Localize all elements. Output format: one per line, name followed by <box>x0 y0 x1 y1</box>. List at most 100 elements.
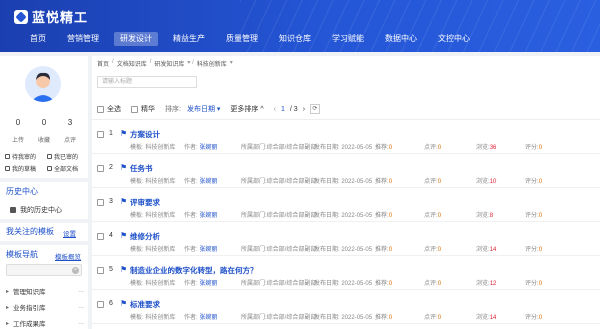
row-reviews: 点评:0 <box>424 247 442 253</box>
row-index: 1 <box>109 130 113 137</box>
main-nav: 首页 营销管理 研发设计 精益生产 质量管理 知识仓库 学习赋能 数据中心 文控… <box>24 32 485 46</box>
row-rating: 评分:0 <box>525 179 543 185</box>
refresh-icon[interactable]: ⟳ <box>310 104 321 114</box>
row-publish-date: 发布日期: 2022-05-05 <box>314 213 373 219</box>
row-publish-date: 发布日期: 2022-05-05 <box>314 281 373 287</box>
nav-item-knowledge[interactable]: 知识仓库 <box>273 32 317 46</box>
featured-checkbox[interactable]: 精华 <box>131 104 155 114</box>
row-author: 作者: 张婉丽 <box>184 315 218 321</box>
nav-item-rnd[interactable]: 研发设计 <box>114 32 158 46</box>
flag-icon: ⚑ <box>120 197 128 206</box>
list-item[interactable]: 4 ⚑ 维修分析 模板: 科技创新库 作者: 张婉丽 所属部门:综合部/综合部副部 发布日期… <box>92 222 600 256</box>
row-rating: 评分:0 <box>525 315 543 321</box>
current-page[interactable]: 1 <box>281 106 285 113</box>
flag-icon: ⚑ <box>120 231 128 240</box>
tree-item-management[interactable]: ▸ 管理知识库 … <box>6 286 84 296</box>
nav-item-lean[interactable]: 精益生产 <box>167 32 211 46</box>
row-checkbox[interactable] <box>97 131 104 138</box>
caret-right-icon: ▸ <box>6 304 10 311</box>
document-title-link[interactable]: 方案设计 <box>130 129 160 140</box>
row-checkbox[interactable] <box>97 233 104 240</box>
chevron-up-icon: ^ <box>260 106 264 113</box>
clipboard-check-icon <box>47 154 52 159</box>
caret-right-icon: ▸ <box>6 320 10 327</box>
row-index: 5 <box>109 266 113 273</box>
nav-item-learning[interactable]: 学习赋能 <box>326 32 370 46</box>
row-recommend: 推荐:0 <box>375 213 393 219</box>
row-reviews: 点评:0 <box>424 145 442 151</box>
row-template: 模板: 科技创新库 <box>130 213 176 219</box>
list-item[interactable]: 3 ⚑ 评审要求 模板: 科技创新库 作者: 张婉丽 所属部门:综合部/综合部副部 发布日期… <box>92 188 600 222</box>
next-page-icon[interactable]: › <box>303 106 305 113</box>
row-recommend: 推荐:0 <box>375 179 393 185</box>
breadcrumb-doc-library[interactable]: 文档知识库 <box>117 59 147 68</box>
row-index: 4 <box>109 232 113 239</box>
row-checkbox[interactable] <box>97 267 104 274</box>
breadcrumb-current[interactable]: 科技创新库 <box>197 59 227 68</box>
stat-favorite[interactable]: 0 收藏 <box>32 118 56 144</box>
clear-icon[interactable]: × <box>72 267 79 274</box>
row-reviews: 点评:0 <box>424 315 442 321</box>
row-author: 作者: 张婉丽 <box>184 213 218 219</box>
document-title-link[interactable]: 制造业企业的数字化转型，路在何方？ <box>130 265 258 276</box>
prev-page-icon[interactable]: ‹ <box>274 106 276 113</box>
row-views: 浏览:12 <box>476 281 497 287</box>
template-overview-link[interactable]: 模板概览 <box>55 251 81 261</box>
document-title-link[interactable]: 维修分析 <box>130 231 160 242</box>
row-index: 2 <box>109 164 113 171</box>
nav-item-home[interactable]: 首页 <box>24 32 52 46</box>
breadcrumb: 首页 / 文档知识库 / 研发知识库 ▾ / 科技创新库 ▾ <box>97 59 233 68</box>
quick-link-reviewed[interactable]: 我已审的 <box>47 152 87 161</box>
row-views: 浏览:14 <box>476 247 497 253</box>
document-title-link[interactable]: 标准要求 <box>130 299 160 310</box>
document-title-link[interactable]: 评审要求 <box>130 197 160 208</box>
title-search-input[interactable]: 请输入标题 <box>97 76 197 88</box>
row-author: 作者: 张婉丽 <box>184 281 218 287</box>
breadcrumb-rnd-library[interactable]: 研发知识库 <box>154 59 184 68</box>
quick-link-drafts[interactable]: 我的草稿 <box>5 164 47 173</box>
more-sort-dropdown[interactable]: 更多排序 ^ <box>230 104 263 114</box>
breadcrumb-home[interactable]: 首页 <box>97 59 109 68</box>
total-pages: / 3 <box>289 105 298 113</box>
sort-by-date[interactable]: 发布日期 ▾ <box>187 104 220 114</box>
followed-settings-link[interactable]: 设置 <box>63 228 76 238</box>
sidebar-divider <box>0 241 88 245</box>
document-title-link[interactable]: 任务书 <box>130 163 153 174</box>
tree-item-business[interactable]: ▸ 业务指引库 … <box>6 302 84 312</box>
flag-icon: ⚑ <box>120 163 128 172</box>
row-checkbox[interactable] <box>97 199 104 206</box>
quick-link-pending-review[interactable]: 待我审的 <box>5 152 47 161</box>
flag-icon: ⚑ <box>120 265 128 274</box>
row-template: 模板: 科技创新库 <box>130 247 176 253</box>
select-all-checkbox[interactable]: 全选 <box>97 104 121 114</box>
row-department: 所属部门:综合部/综合部副部 <box>241 179 317 185</box>
quick-link-all-docs[interactable]: 全部文档 <box>47 164 87 173</box>
draft-icon <box>5 166 10 171</box>
nav-item-marketing[interactable]: 营销管理 <box>61 32 105 46</box>
row-template: 模板: 科技创新库 <box>130 281 176 287</box>
row-department: 所属部门:综合部/综合部副部 <box>241 281 317 287</box>
nav-item-quality[interactable]: 质量管理 <box>220 32 264 46</box>
history-item[interactable]: 我的历史中心 <box>10 205 62 215</box>
stat-review[interactable]: 3 点评 <box>58 118 82 144</box>
avatar[interactable] <box>25 66 61 102</box>
user-stats: 0 上传 0 收藏 3 点评 <box>6 118 82 144</box>
row-author: 作者: 张婉丽 <box>184 247 218 253</box>
row-checkbox[interactable] <box>97 165 104 172</box>
template-search-input[interactable]: × <box>6 264 82 276</box>
list-item[interactable]: 2 ⚑ 任务书 模板: 科技创新库 作者: 张婉丽 所属部门:综合部/综合部副部 发布日期:… <box>92 154 600 188</box>
stat-upload[interactable]: 0 上传 <box>6 118 30 144</box>
list-item[interactable]: 1 ⚑ 方案设计 模板: 科技创新库 作者: 张婉丽 所属部门:综合部/综合部副部 发布日期… <box>92 120 600 154</box>
list-item[interactable]: 5 ⚑ 制造业企业的数字化转型，路在何方？ 模板: 科技创新库 作者: 张婉丽 所属部门:… <box>92 256 600 290</box>
tree-item-results[interactable]: ▸ 工作成果库 … <box>6 318 84 328</box>
followed-templates-title: 我关注的模板 <box>6 227 54 236</box>
nav-item-data[interactable]: 数据中心 <box>379 32 423 46</box>
row-checkbox[interactable] <box>97 301 104 308</box>
history-title: 历史中心 <box>6 187 38 196</box>
row-rating: 评分:0 <box>525 281 543 287</box>
row-reviews: 点评:0 <box>424 179 442 185</box>
list-item[interactable]: 6 ⚑ 标准要求 模板: 科技创新库 作者: 张婉丽 所属部门:综合部/综合部副部 发布日期… <box>92 290 600 324</box>
logo[interactable]: 蓝悦精工 <box>14 7 88 26</box>
nav-item-docs[interactable]: 文控中心 <box>432 32 476 46</box>
row-publish-date: 发布日期: 2022-05-05 <box>314 247 373 253</box>
